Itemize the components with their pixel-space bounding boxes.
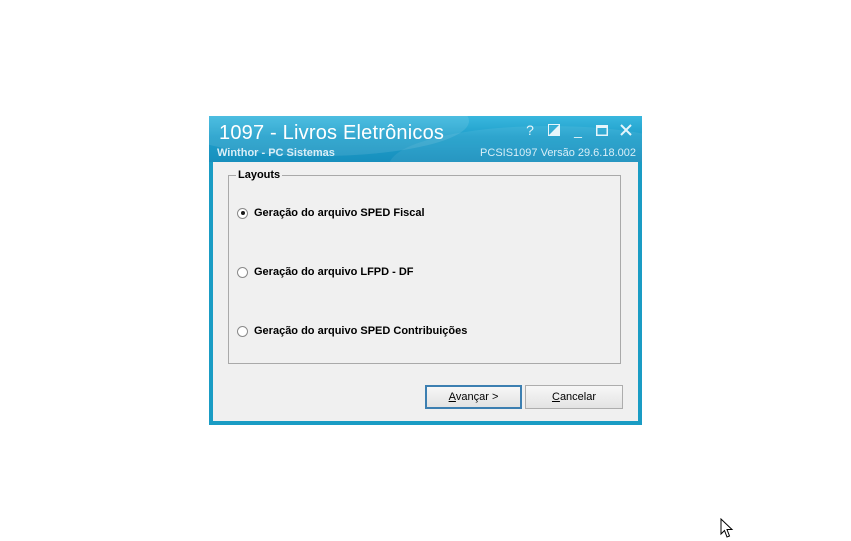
radio-indicator[interactable] xyxy=(237,325,248,337)
radio-sped-fiscal[interactable]: Geração do arquivo SPED Fiscal xyxy=(237,207,425,219)
theme-toggle-icon[interactable] xyxy=(546,121,562,139)
radio-sped-contribuicoes[interactable]: Geração do arquivo SPED Contribuições xyxy=(237,325,467,337)
next-mnemonic: A xyxy=(448,391,456,403)
next-label: vançar > xyxy=(455,391,499,403)
main-window: 1097 - Livros Eletrônicos Winthor - PC S… xyxy=(209,116,642,425)
mouse-cursor-icon xyxy=(720,518,734,538)
minimize-icon[interactable]: _ xyxy=(570,121,586,139)
layouts-group-title: Layouts xyxy=(236,169,283,181)
title-bar[interactable]: 1097 - Livros Eletrônicos Winthor - PC S… xyxy=(209,116,642,162)
maximize-icon[interactable] xyxy=(594,121,610,139)
radio-indicator[interactable] xyxy=(237,207,248,219)
layouts-groupbox: Layouts Geração do arquivo SPED Fiscal G… xyxy=(228,169,621,364)
dialog-body: Layouts Geração do arquivo SPED Fiscal G… xyxy=(213,162,638,421)
cancel-label: ancelar xyxy=(559,391,597,403)
radio-label: Geração do arquivo LFPD - DF xyxy=(254,266,414,278)
version-label: PCSIS1097 Versão 29.6.18.002 xyxy=(480,147,636,159)
next-button[interactable]: Avançar > xyxy=(425,385,522,409)
cancel-mnemonic: C xyxy=(551,391,560,403)
window-subtitle: Winthor - PC Sistemas xyxy=(217,147,335,159)
window-title: 1097 - Livros Eletrônicos xyxy=(219,122,445,144)
radio-lfpd-df[interactable]: Geração do arquivo LFPD - DF xyxy=(237,266,414,278)
window-controls: ? _ xyxy=(522,121,634,139)
radio-label: Geração do arquivo SPED Contribuições xyxy=(254,325,468,337)
close-icon[interactable] xyxy=(618,121,634,139)
cancel-button[interactable]: Cancelar xyxy=(525,385,623,409)
radio-indicator[interactable] xyxy=(237,266,248,278)
radio-label: Geração do arquivo SPED Fiscal xyxy=(254,207,425,219)
help-icon[interactable]: ? xyxy=(522,121,538,139)
